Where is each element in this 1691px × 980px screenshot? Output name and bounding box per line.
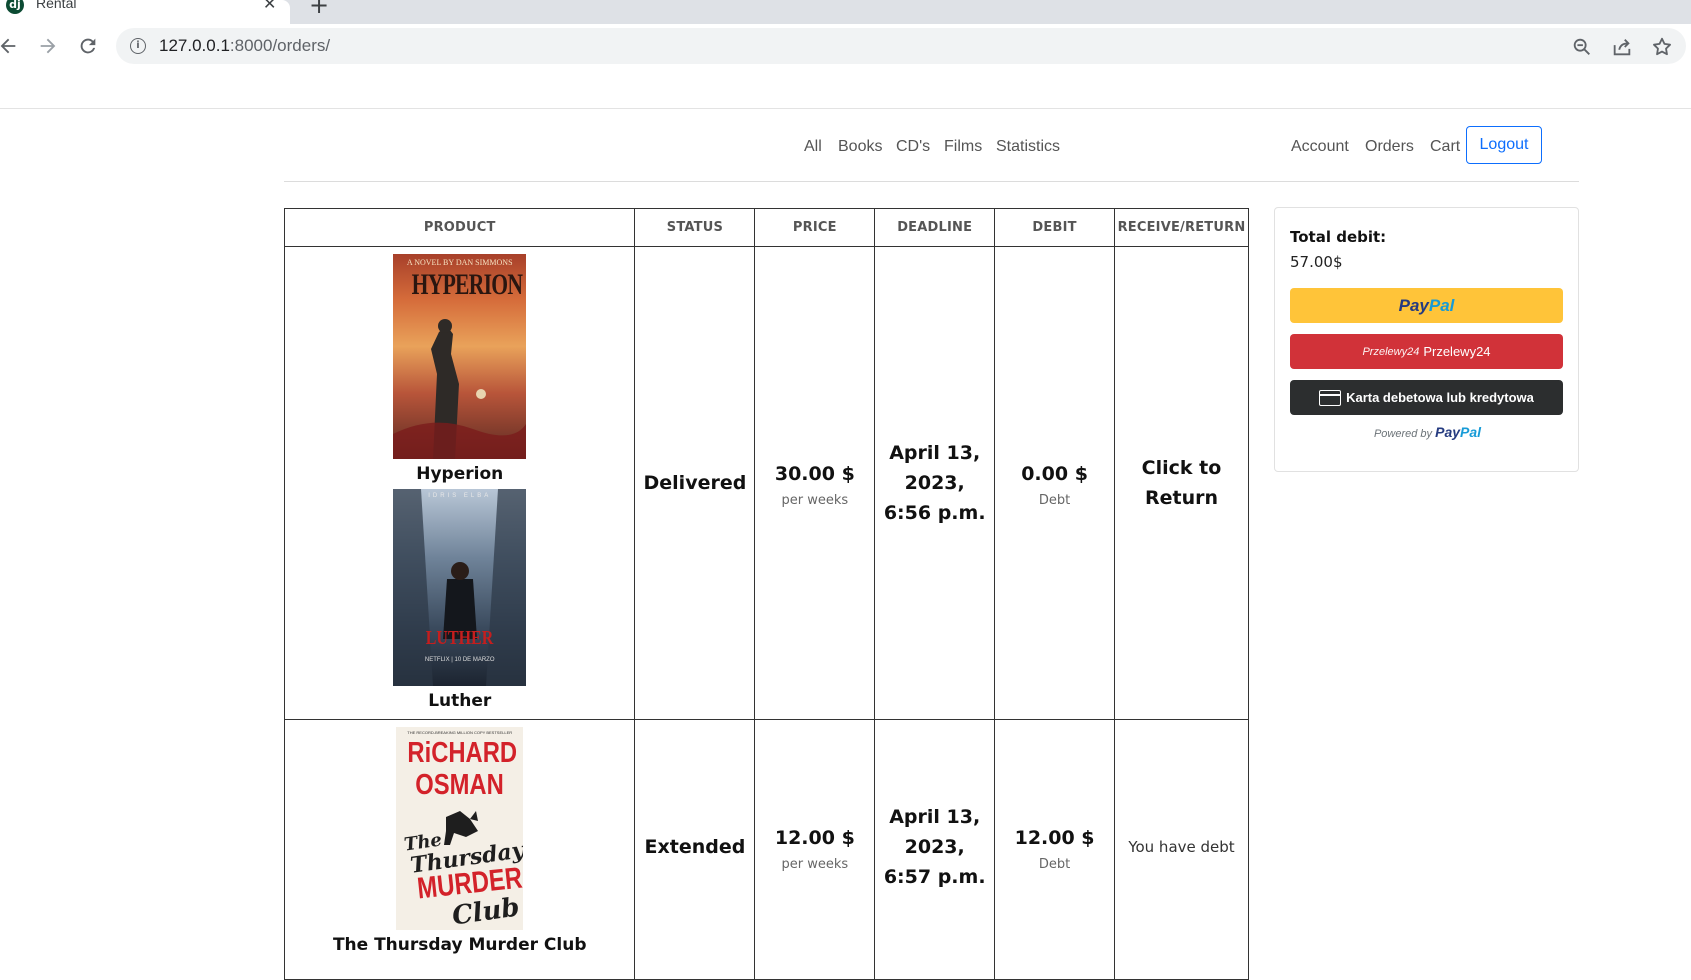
nav-link-films[interactable]: Films <box>944 138 982 156</box>
header-status: STATUS <box>634 208 756 247</box>
site-navbar: All Books CD's Films Statistics Account … <box>284 124 1579 182</box>
debt-notice: You have debt <box>1128 838 1235 856</box>
nav-link-account[interactable]: Account <box>1291 138 1349 156</box>
payment-card: Total debit: 57.00$ PayPal Przelewy24 Pr… <box>1274 207 1579 472</box>
django-favicon-icon: dj <box>6 0 24 14</box>
status-cell: Extended <box>634 719 756 980</box>
return-link[interactable]: Click to Return <box>1115 453 1248 513</box>
deadline-cell: April 13, 2023, 6:56 p.m. <box>874 246 996 720</box>
credit-card-icon <box>1319 389 1342 406</box>
table-header-row: PRODUCT STATUS PRICE DEADLINE DEBIT RECE… <box>283 208 1250 247</box>
total-debit-value: 57.00$ <box>1290 253 1343 271</box>
product-item: THE RECORD-BREAKING MILLION COPY BESTSEL… <box>285 727 634 960</box>
hyperion-art-icon <box>393 319 527 459</box>
debit-label: Debt <box>1038 492 1071 508</box>
forward-arrow-icon[interactable] <box>34 32 62 60</box>
debit-cell: 0.00 $ Debt <box>994 246 1115 720</box>
product-item: A NOVEL BY DAN SIMMONS HYPERION Hyperion… <box>285 254 634 716</box>
nav-link-orders[interactable]: Orders <box>1365 138 1414 156</box>
url-text[interactable]: 127.0.0.1:8000/orders/ <box>159 36 330 56</box>
header-debit: DEBIT <box>994 208 1115 247</box>
paypal-logo-icon: PayPal <box>1398 295 1455 315</box>
przelewy24-logo-icon: Przelewy24 <box>1362 345 1420 358</box>
close-tab-icon[interactable]: ✕ <box>263 0 276 13</box>
bookmark-star-icon[interactable] <box>1651 36 1673 58</box>
price-cell: 30.00 $ per weeks <box>754 246 876 720</box>
hyperion-cover-image[interactable]: A NOVEL BY DAN SIMMONS HYPERION <box>393 254 527 459</box>
address-bar[interactable]: i 127.0.0.1:8000/orders/ <box>116 28 1686 64</box>
deadline-cell: April 13, 2023, 6:57 p.m. <box>874 719 996 980</box>
product-name[interactable]: Luther <box>428 690 491 712</box>
total-debit-label: Total debit: <box>1290 228 1387 246</box>
przelewy24-button[interactable]: Przelewy24 Przelewy24 <box>1290 334 1563 369</box>
logout-button[interactable]: Logout <box>1466 126 1542 164</box>
header-product: PRODUCT <box>283 208 636 247</box>
powered-by-paypal: Powered by PayPal <box>1373 424 1482 440</box>
product-name[interactable]: The Thursday Murder Club <box>333 934 587 956</box>
debit-cell: 12.00 $ Debt <box>994 719 1115 980</box>
nav-link-cds[interactable]: CD's <box>896 138 930 156</box>
product-cell: THE RECORD-BREAKING MILLION COPY BESTSEL… <box>283 719 636 980</box>
orders-table: PRODUCT STATUS PRICE DEADLINE DEBIT RECE… <box>283 208 1250 980</box>
nav-link-books[interactable]: Books <box>838 138 882 156</box>
page-divider <box>0 108 1691 109</box>
action-cell: Click to Return <box>1113 246 1250 720</box>
order-deadline: April 13, 2023, 6:56 p.m. <box>883 442 986 524</box>
header-price: PRICE <box>754 208 876 247</box>
paypal-small-logo-icon: PayPal <box>1435 424 1482 440</box>
price-unit: per weeks <box>781 492 849 508</box>
status-cell: Delivered <box>634 246 756 720</box>
browser-tab[interactable]: dj Rental ✕ <box>0 0 290 24</box>
zoom-icon[interactable] <box>1571 36 1593 58</box>
paypal-button[interactable]: PayPal <box>1290 288 1563 323</box>
product-cell: A NOVEL BY DAN SIMMONS HYPERION Hyperion… <box>283 246 636 720</box>
card-button-label: Karta debetowa lub kredytowa <box>1346 390 1534 405</box>
thursday-murder-club-cover-image[interactable]: THE RECORD-BREAKING MILLION COPY BESTSEL… <box>396 727 524 930</box>
order-status: Delivered <box>643 472 747 494</box>
browser-tabstrip: dj Rental ✕ + <box>0 0 1691 24</box>
order-deadline: April 13, 2023, 6:57 p.m. <box>883 806 986 888</box>
header-receive-return: RECEIVE/RETURN <box>1113 208 1250 247</box>
order-price: 12.00 $ <box>774 826 855 849</box>
order-debit: 0.00 $ <box>1021 462 1088 485</box>
site-info-icon[interactable]: i <box>130 38 146 54</box>
nav-link-cart[interactable]: Cart <box>1430 138 1460 156</box>
browser-toolbar: i 127.0.0.1:8000/orders/ <box>0 24 1691 70</box>
back-arrow-icon[interactable] <box>0 32 22 60</box>
tab-title: Rental <box>36 0 77 11</box>
new-tab-icon[interactable]: + <box>309 0 329 19</box>
table-row: THE RECORD-BREAKING MILLION COPY BESTSEL… <box>283 719 1250 980</box>
order-debit: 12.00 $ <box>1014 826 1095 849</box>
debit-credit-card-button[interactable]: Karta debetowa lub kredytowa <box>1290 380 1563 415</box>
action-cell: You have debt <box>1113 719 1250 980</box>
share-icon[interactable] <box>1611 36 1633 58</box>
header-deadline: DEADLINE <box>874 208 996 247</box>
order-status: Extended <box>644 836 746 858</box>
luther-cover-image[interactable]: IDRIS ELBA LUTHER NETFLIX | 10 DE MARZO <box>393 489 527 686</box>
price-cell: 12.00 $ per weeks <box>754 719 876 980</box>
table-row: A NOVEL BY DAN SIMMONS HYPERION Hyperion… <box>283 246 1250 720</box>
przelewy24-label: Przelewy24 <box>1423 344 1491 359</box>
price-unit: per weeks <box>781 856 849 872</box>
debit-label: Debt <box>1038 856 1071 872</box>
product-name[interactable]: Hyperion <box>416 463 503 485</box>
nav-link-statistics[interactable]: Statistics <box>996 138 1060 156</box>
reload-icon[interactable] <box>74 32 102 60</box>
order-price: 30.00 $ <box>774 462 855 485</box>
nav-link-all[interactable]: All <box>804 138 822 156</box>
